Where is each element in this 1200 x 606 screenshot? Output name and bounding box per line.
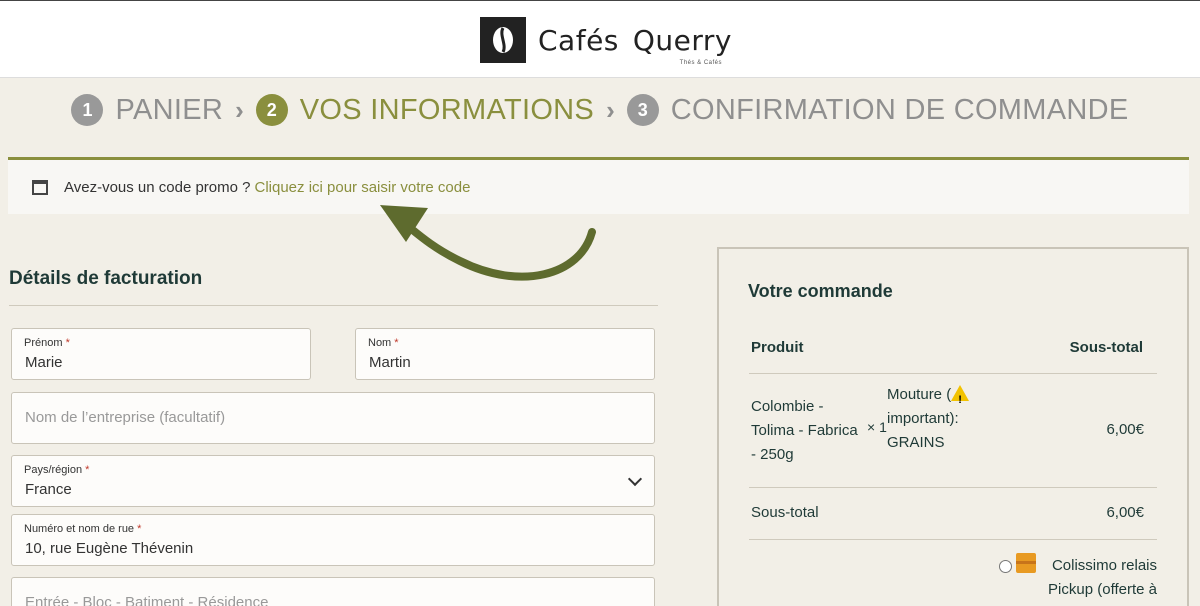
promo-code-link[interactable]: Cliquez ici pour saisir votre code — [255, 179, 471, 196]
checkout-steps: 1 PANIER › 2 VOS INFORMATIONS › 3 CONFIR… — [0, 90, 1200, 130]
step-confirmation: 3 CONFIRMATION DE COMMANDE — [626, 93, 1129, 127]
step-label: PANIER — [115, 93, 224, 126]
step-number: 3 — [626, 94, 659, 126]
arrow-annotation-icon — [380, 205, 596, 281]
brand-tagline: Thés & Cafés — [679, 59, 723, 66]
subtotal-label: Sous-total — [751, 504, 819, 521]
product-price: 6,00€ — [1106, 421, 1144, 438]
chevron-down-icon — [627, 471, 643, 487]
country-value: France — [25, 481, 72, 498]
calendar-icon — [32, 179, 48, 195]
divider — [9, 305, 658, 306]
brand-name: Cafés Querry Thés & Cafés — [538, 23, 733, 66]
chevron-right-icon: › — [606, 94, 615, 125]
step-cart[interactable]: 1 PANIER — [71, 94, 223, 127]
first-name-field[interactable]: Prénom * Marie — [11, 328, 311, 380]
shipping-radio[interactable] — [999, 560, 1012, 573]
company-placeholder: Nom de l’entreprise (facultatif) — [25, 409, 226, 426]
step-number: 1 — [71, 94, 104, 126]
first-name-value: Marie — [25, 354, 63, 371]
order-summary: Votre commande Produit Sous-total Colomb… — [717, 247, 1189, 606]
street-value: 10, rue Eugène Thévenin — [25, 540, 194, 557]
field-label: Nom * — [368, 337, 399, 349]
column-header-product: Produit — [751, 339, 804, 356]
product-quantity: × 1 — [867, 419, 887, 435]
coffee-bean-icon — [480, 17, 526, 63]
promo-text: Avez-vous un code promo ? — [64, 178, 251, 196]
field-label: Pays/région * — [24, 464, 90, 476]
warning-icon — [951, 385, 970, 412]
product-name: Colombie - Tolima - Fabrica - 250g — [751, 398, 858, 463]
last-name-field[interactable]: Nom * Martin — [355, 328, 655, 380]
column-header-subtotal: Sous-total — [1069, 339, 1143, 356]
step-label: CONFIRMATION DE COMMANDE — [670, 93, 1129, 126]
field-label: Numéro et nom de rue * — [24, 523, 142, 535]
address2-field[interactable]: Entrée - Bloc - Batiment - Résidence — [11, 577, 655, 606]
company-field[interactable]: Nom de l’entreprise (facultatif) — [11, 392, 655, 444]
divider — [749, 373, 1157, 374]
brand-name-first: Cafés — [538, 23, 619, 57]
step-label: VOS INFORMATIONS — [299, 93, 595, 126]
divider — [749, 539, 1157, 540]
divider — [749, 487, 1157, 488]
field-label: Prénom * — [24, 337, 70, 349]
last-name-value: Martin — [369, 354, 411, 371]
subtotal-value: 6,00€ — [1106, 504, 1144, 521]
step-number: 2 — [255, 94, 288, 126]
step-information: 2 VOS INFORMATIONS — [255, 93, 595, 127]
country-select[interactable]: Pays/région * France — [11, 455, 655, 507]
address2-placeholder: Entrée - Bloc - Batiment - Résidence — [25, 594, 269, 606]
chevron-right-icon: › — [235, 94, 244, 125]
shipping-option-label[interactable]: Colissimo relais Pickup (offerte à — [1029, 554, 1157, 602]
street-field[interactable]: Numéro et nom de rue * 10, rue Eugène Th… — [11, 514, 655, 566]
brand-name-second: Querry — [632, 23, 733, 57]
site-header: Cafés Querry Thés & Cafés — [0, 0, 1200, 78]
product-variation: Mouture ( important): GRAINS — [887, 383, 987, 455]
order-title: Votre commande — [748, 281, 893, 301]
billing-title: Détails de facturation — [9, 268, 203, 289]
brand-logo[interactable]: Cafés Querry Thés & Cafés — [480, 17, 733, 66]
